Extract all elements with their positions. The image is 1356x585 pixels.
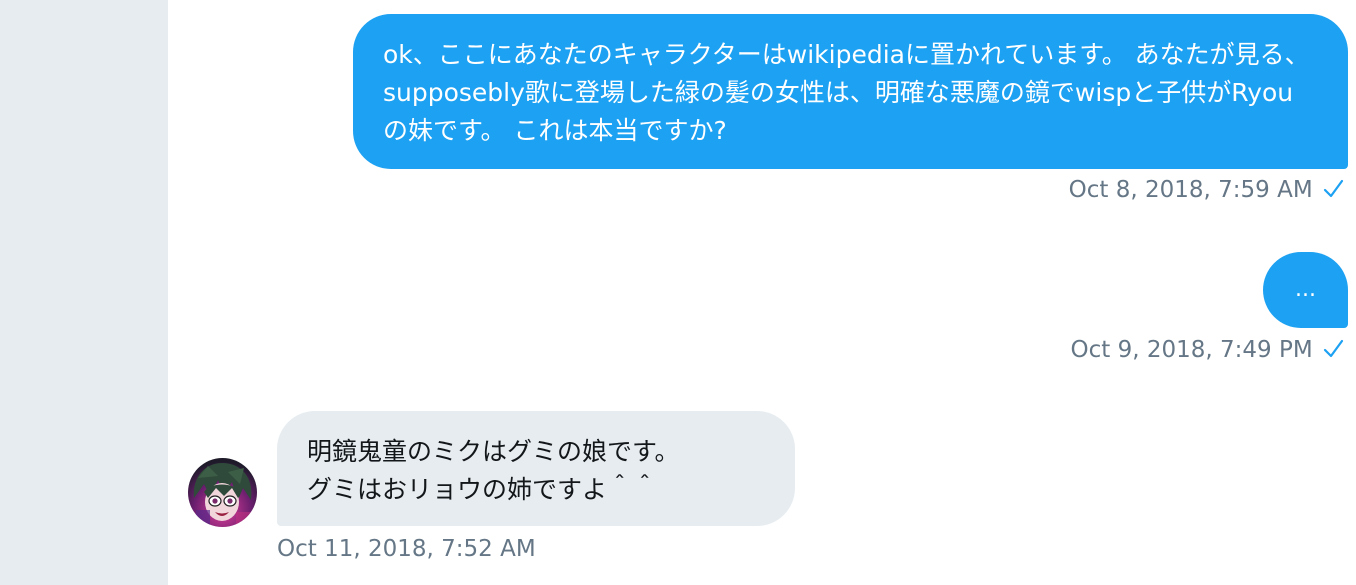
avatar-anime-character [188, 458, 257, 527]
message-meta: Oct 9, 2018, 7:49 PM [1071, 337, 1344, 363]
message-bubble-incoming[interactable]: 明鏡鬼童のミクはグミの娘です。 グミはおリョウの姉ですよ＾＾ [277, 411, 795, 526]
message-bubble-outgoing[interactable]: ok、ここにあなたのキャラクターはwikipediaに置かれています。 あなたが… [353, 14, 1348, 169]
left-rail [0, 0, 168, 585]
message-timestamp: Oct 11, 2018, 7:52 AM [277, 536, 536, 562]
avatar[interactable] [188, 458, 257, 527]
message-bubble-outgoing[interactable]: ... [1263, 252, 1348, 328]
checkmark-icon [1323, 179, 1344, 198]
message-thread: ok、ここにあなたのキャラクターはwikipediaに置かれています。 あなたが… [168, 0, 1356, 585]
checkmark-icon [1323, 339, 1344, 358]
message-timestamp: Oct 8, 2018, 7:59 AM [1068, 177, 1313, 203]
message-timestamp: Oct 9, 2018, 7:49 PM [1070, 337, 1313, 363]
message-meta: Oct 8, 2018, 7:59 AM [1069, 177, 1344, 203]
